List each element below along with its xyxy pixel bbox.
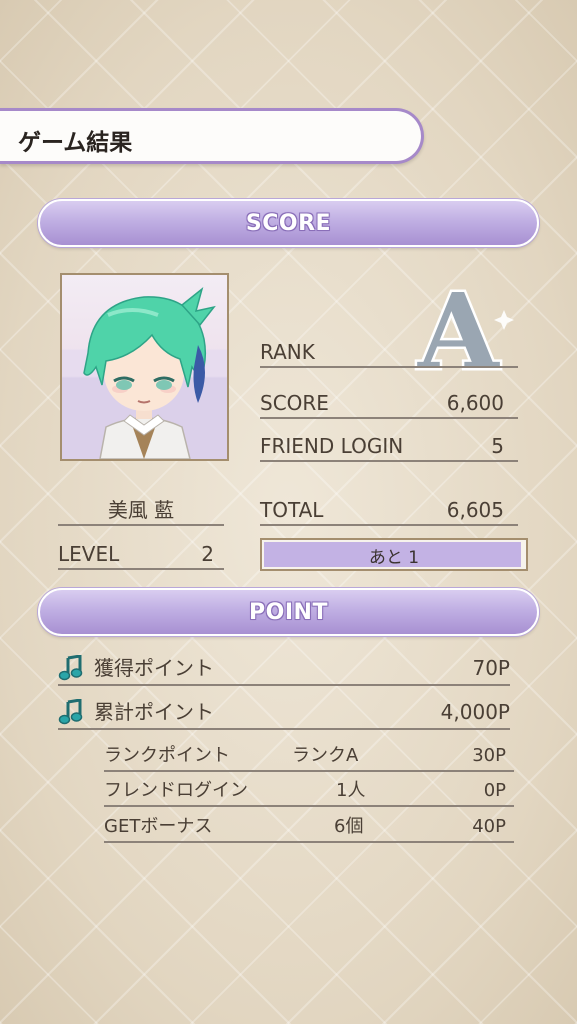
breakdown-value: 40P <box>472 816 506 837</box>
point-section-title: POINT <box>249 600 328 625</box>
breakdown-detail: 1人 <box>336 780 366 801</box>
breakdown-label: ランクポイント <box>104 745 230 766</box>
breakdown-value: 0P <box>483 780 506 801</box>
exp-remaining-text: あと 1 <box>368 548 420 568</box>
breakdown-detail: ランクA <box>292 745 359 766</box>
total-points-label: 累計ポイント <box>94 700 214 724</box>
level-label: LEVEL <box>58 542 120 566</box>
breakdown-row-bonus: GETボーナス 6個 40P <box>104 813 514 843</box>
friend-login-row: FRIEND LOGIN 5 <box>260 432 518 462</box>
exp-progress-bar: あと 1 <box>260 538 528 571</box>
total-label: TOTAL <box>260 498 324 522</box>
character-name: 美風 藍 <box>58 496 224 526</box>
score-row: SCORE 6,600 <box>260 389 518 419</box>
breakdown-label: フレンドログイン <box>104 780 248 801</box>
level-value: 2 <box>201 542 214 566</box>
rank-a-badge: A <box>415 276 514 386</box>
breakdown-label: GETボーナス <box>104 816 213 837</box>
title-bar: ゲーム結果 <box>0 108 424 164</box>
friend-login-value: 5 <box>491 434 504 458</box>
score-section-title: SCORE <box>245 211 332 236</box>
total-row: TOTAL 6,605 <box>260 496 518 526</box>
rank-badge-letter: A <box>417 276 500 386</box>
character-avatar <box>60 273 229 461</box>
breakdown-row-rank: ランクポイント ランクA 30P <box>104 742 514 772</box>
level-row: LEVEL 2 <box>58 540 224 570</box>
point-section-header: POINT <box>38 588 539 636</box>
rank-label: RANK <box>260 340 315 364</box>
score-section-header: SCORE <box>38 199 539 247</box>
character-portrait <box>83 286 216 459</box>
breakdown-row-friend: フレンドログイン 1人 0P <box>104 777 514 807</box>
score-value: 6,600 <box>446 391 504 415</box>
breakdown-detail: 6個 <box>334 816 364 837</box>
total-value: 6,605 <box>446 498 504 522</box>
earned-points-row: 獲得ポイント 70P <box>58 652 510 686</box>
score-label: SCORE <box>260 391 329 415</box>
music-note-icon <box>58 655 83 681</box>
total-points-row: 累計ポイント 4,000P <box>58 696 510 730</box>
character-name-text: 美風 藍 <box>107 498 175 522</box>
friend-login-label: FRIEND LOGIN <box>260 434 404 458</box>
music-note-icon <box>58 699 83 725</box>
earned-points-label: 獲得ポイント <box>94 656 214 680</box>
page-title: ゲーム結果 <box>18 130 133 156</box>
rank-row: RANK <box>260 338 518 368</box>
total-points-value: 4,000P <box>440 700 510 724</box>
breakdown-value: 30P <box>472 745 506 766</box>
earned-points-value: 70P <box>472 656 510 680</box>
